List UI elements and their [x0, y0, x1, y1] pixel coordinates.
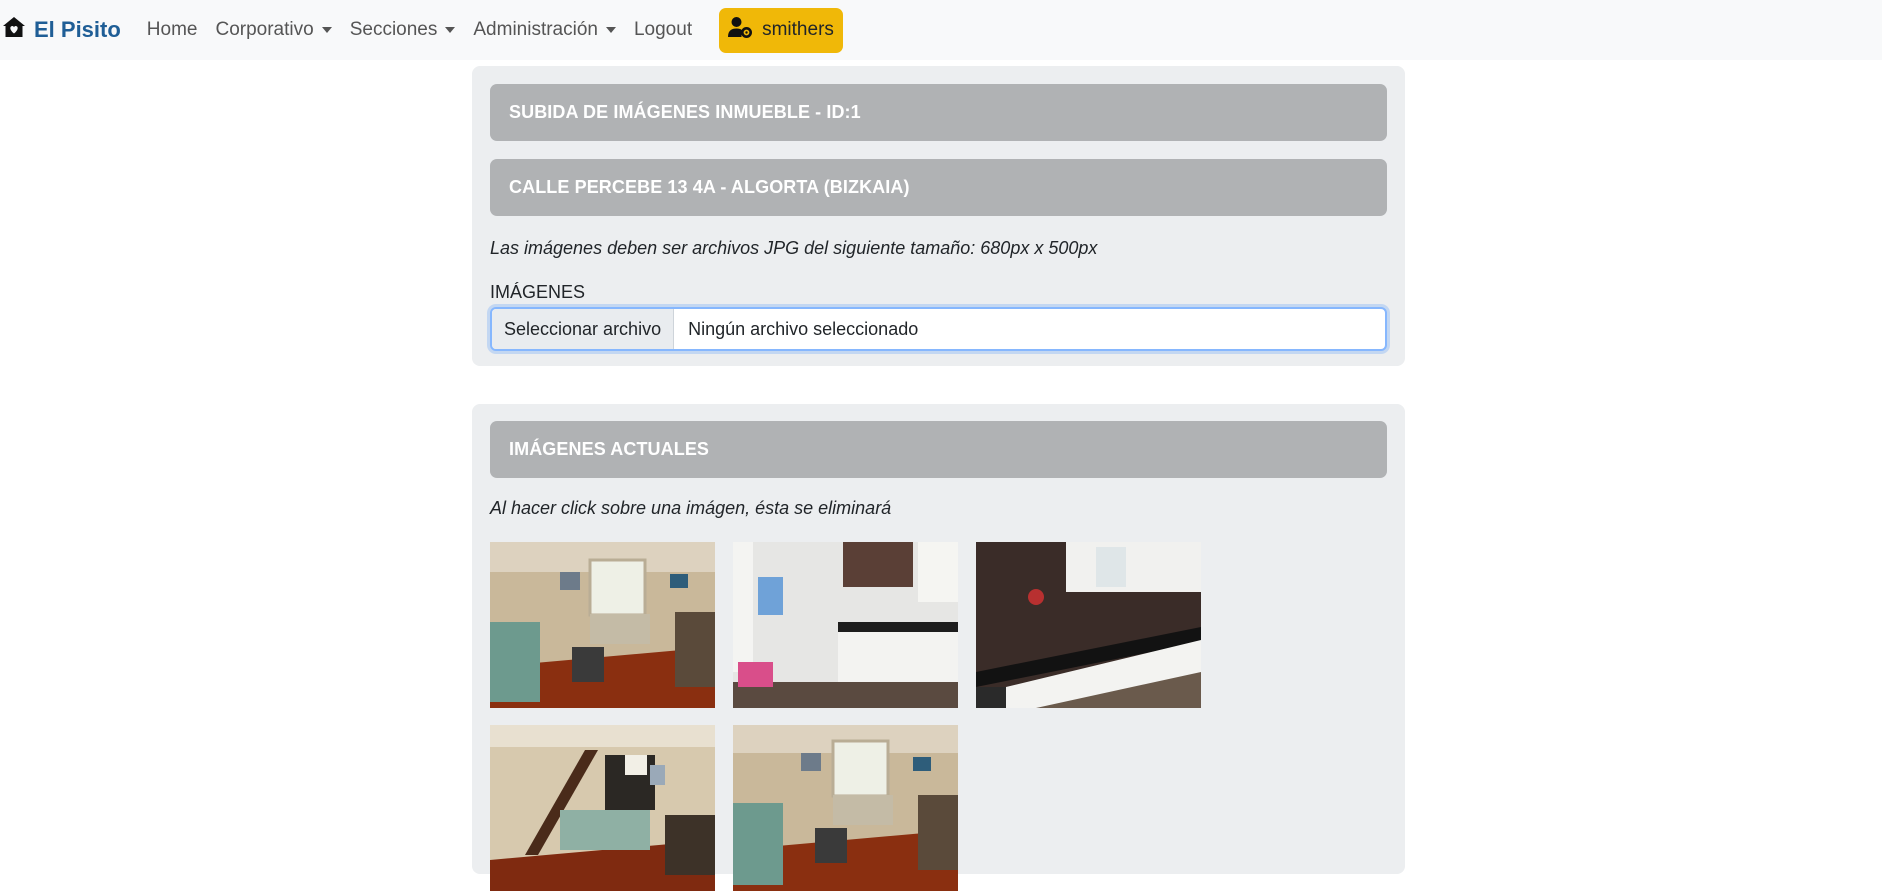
user-menu-button[interactable]: smithers [719, 7, 843, 53]
nav-home-label: Home [146, 19, 198, 40]
chevron-down-icon [605, 27, 616, 33]
current-images-panel: IMÁGENES ACTUALES Al hacer click sobre u… [472, 404, 1405, 891]
property-image-thumbnail[interactable] [976, 542, 1201, 708]
kitchen-photo [976, 542, 1201, 708]
nav-logout[interactable]: Logout [634, 19, 692, 41]
current-images-title: IMÁGENES ACTUALES [490, 421, 1387, 478]
property-address: CALLE PERCEBE 13 4A - ALGORTA (BIZKAIA) [490, 159, 1387, 216]
choose-file-button[interactable]: Seleccionar archivo [492, 309, 675, 349]
nav-administracion-label: Administración [473, 19, 598, 40]
upload-title: SUBIDA DE IMÁGENES INMUEBLE - ID:1 [490, 84, 1387, 141]
upload-note: Las imágenes deben ser archivos JPG del … [490, 238, 1098, 258]
images-field-label: IMÁGENES [490, 282, 586, 302]
user-gear-icon [728, 16, 753, 44]
nav-secciones[interactable]: Secciones [350, 19, 456, 41]
staircase-living-room-photo [490, 725, 715, 891]
top-navbar: El Pisito Home Corporativo Secciones Adm… [0, 0, 1882, 60]
property-image-thumbnail[interactable] [733, 542, 958, 708]
user-name: smithers [762, 19, 834, 40]
property-image-thumbnail[interactable] [490, 725, 715, 891]
chevron-down-icon [321, 27, 332, 33]
house-icon [2, 15, 26, 45]
nav-logout-label: Logout [633, 19, 693, 40]
nav-administracion[interactable]: Administración [473, 19, 616, 41]
nav-secciones-label: Secciones [349, 19, 438, 40]
nav-corporativo-label: Corporativo [215, 19, 314, 40]
upload-panel: SUBIDA DE IMÁGENES INMUEBLE - ID:1 CALLE… [472, 66, 1405, 366]
living-room-photo [490, 542, 715, 708]
property-image-thumbnail[interactable] [733, 725, 958, 891]
nav-corporativo[interactable]: Corporativo [215, 19, 332, 41]
nav-home[interactable]: Home [147, 19, 198, 41]
living-room-photo [733, 725, 958, 891]
file-status: Ningún archivo seleccionado [688, 318, 919, 339]
brand-link[interactable]: El Pisito [2, 15, 121, 45]
brand-name: El Pisito [34, 17, 121, 42]
file-input[interactable]: Seleccionar archivo Ningún archivo selec… [490, 307, 1387, 351]
chevron-down-icon [445, 27, 456, 33]
property-image-thumbnail[interactable] [490, 542, 715, 708]
kitchen-photo [733, 542, 958, 708]
delete-note: Al hacer click sobre una imágen, ésta se… [490, 498, 892, 518]
